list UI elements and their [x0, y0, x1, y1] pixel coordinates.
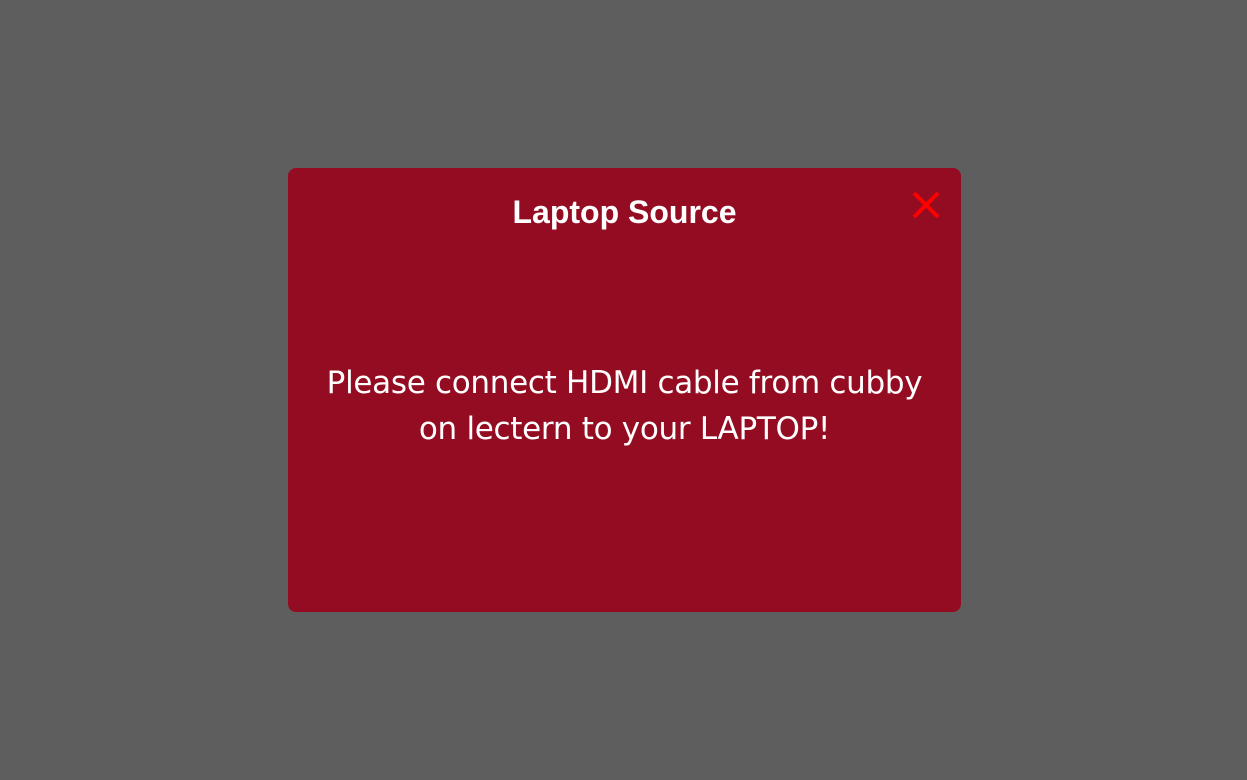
dialog-message: Please connect HDMI cable from cubby on … [288, 360, 961, 452]
dialog-message-line-2: on lectern to your LAPTOP! [418, 411, 831, 447]
dialog-title: Laptop Source [512, 194, 737, 230]
close-button[interactable] [903, 182, 949, 228]
close-icon [912, 191, 940, 219]
laptop-source-dialog: Laptop Source Please connect HDMI cable … [288, 168, 961, 612]
dialog-message-line-1: Please connect HDMI cable from cubby [326, 365, 923, 401]
